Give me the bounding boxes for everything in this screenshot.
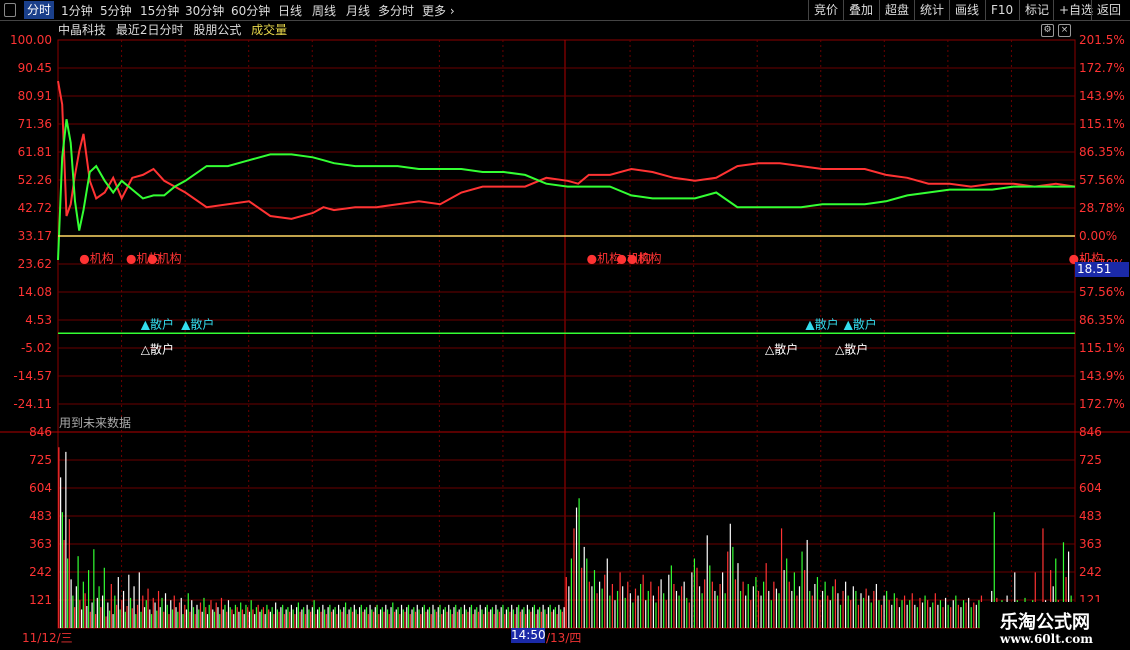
signal-label: ●机构 [79,250,113,265]
signal-label: △散户 [141,341,174,356]
vol-left-tick: 846 [29,425,52,439]
y-left-tick: 80.91 [18,89,52,103]
signal-label: ●机构 [627,250,661,265]
vol-left-tick: 242 [29,565,52,579]
y-left-tick: 23.62 [18,257,52,271]
y-left-tick: 42.72 [18,201,52,215]
watermark: 乐淘公式网 www.60lt.com [980,602,1130,650]
vol-right-tick: 242 [1079,565,1102,579]
watermark-title: 乐淘公式网 [1000,612,1090,633]
date-label-right: /13/四 [546,631,582,645]
y-right-tick: 86.35% [1079,313,1125,327]
y-left-tick: 4.53 [25,313,52,327]
y-left-tick: -14.57 [13,369,52,383]
y-right-tick: 143.9% [1079,89,1125,103]
y-left-tick: -24.11 [13,397,52,411]
vol-left-tick: 483 [29,509,52,523]
vol-left-tick: 725 [29,453,52,467]
y-left-tick: 33.17 [18,229,52,243]
vol-right-tick: 363 [1079,537,1102,551]
vol-left-tick: 363 [29,537,52,551]
cursor-time-label: 14:50 [511,628,546,643]
vol-left-tick: 121 [29,593,52,607]
y-right-tick: 201.5% [1079,33,1125,47]
y-left-tick: 100.00 [10,33,52,47]
date-label-left: 11/12/三 [22,631,73,645]
signal-label: △散户 [765,341,798,356]
y-right-tick: 143.9% [1079,369,1125,383]
watermark-url: www.60lt.com [1000,632,1093,646]
vol-right-tick: 604 [1079,481,1102,495]
vol-left-tick: 604 [29,481,52,495]
signal-label: ▲散户 [844,316,877,331]
signal-label: ▲散户 [141,316,174,331]
future-data-notice: 用到未来数据 [59,415,131,430]
y-right-tick: 172.7% [1079,61,1125,75]
series-line-1 [57,119,1075,261]
y-right-tick: 57.56% [1079,173,1125,187]
y-right-tick: 115.1% [1079,117,1125,131]
signal-label: ▲散户 [805,316,838,331]
y-right-tick: 172.7% [1079,397,1125,411]
chart-canvas: 100.00 90.45 80.91 71.36 61.81 52.26 42.72 33.1… [0,33,1130,629]
series-line-0 [57,80,1076,220]
y-left-tick: 61.81 [18,145,52,159]
y-right-tick: 28.78% [1079,201,1125,215]
y-right-tick: 0.00% [1079,229,1117,243]
y-left-tick: 71.36 [18,117,52,131]
y-right-tick: 115.1% [1079,341,1125,355]
y-right-tick: 57.56% [1079,285,1125,299]
vol-right-tick: 483 [1079,509,1102,523]
y-left-tick: 90.45 [18,61,52,75]
y-left-tick: 52.26 [18,173,52,187]
vol-right-tick: 846 [1079,425,1102,439]
y-left-tick: 14.08 [18,285,52,299]
y-left-tick: -5.02 [21,341,52,355]
vol-right-tick: 725 [1079,453,1102,467]
signal-label: △散户 [835,341,868,356]
signal-label: ▲散户 [181,316,214,331]
y-right-tick: 86.35% [1079,145,1125,159]
signal-label: ●机构 [147,250,181,265]
price-tag: 18.51 [1075,262,1129,277]
